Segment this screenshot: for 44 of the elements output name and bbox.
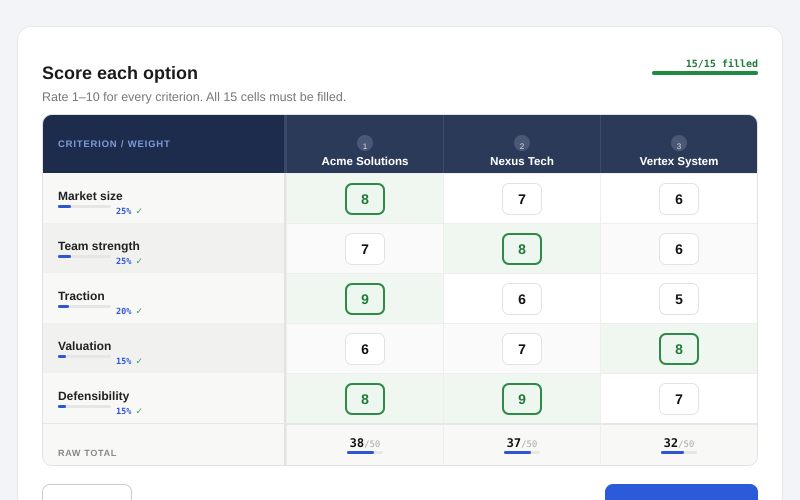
criterion-name: Traction xyxy=(58,289,106,303)
total-score: 32/50 xyxy=(664,436,694,450)
score-input[interactable]: 8 xyxy=(502,232,542,264)
score-input[interactable]: 7 xyxy=(659,382,699,414)
option-name: Nexus Tech xyxy=(490,156,554,168)
criterion-name: Valuation xyxy=(58,339,112,353)
weight-percent: 20% xyxy=(116,307,132,317)
option-number: 1 xyxy=(357,135,373,151)
filled-count: 15/15 filled xyxy=(686,59,758,70)
score-input[interactable]: 6 xyxy=(659,182,699,214)
score-input[interactable]: 7 xyxy=(345,232,385,264)
score-input[interactable]: 5 xyxy=(659,282,699,314)
score-input[interactable]: 7 xyxy=(502,182,542,214)
option-number: 3 xyxy=(671,135,687,151)
check-mark: ✓ xyxy=(135,406,144,416)
total-label: RAW TOTAL xyxy=(43,423,286,465)
score-input[interactable]: 8 xyxy=(345,382,385,414)
score-input[interactable]: 6 xyxy=(659,232,699,264)
weight-percent: 25% xyxy=(116,257,132,267)
score-input[interactable]: 7 xyxy=(502,332,542,364)
check-mark: ✓ xyxy=(135,206,144,216)
total-score: 37/50 xyxy=(506,436,538,450)
score-input[interactable]: 6 xyxy=(345,332,385,364)
criterion-name: Defensibility xyxy=(58,389,130,403)
check-mark: ✓ xyxy=(135,306,144,316)
weight-percent: 15% xyxy=(116,357,132,367)
weight-percent: 15% xyxy=(116,407,132,417)
score-input[interactable]: 9 xyxy=(345,282,385,314)
weight-percent: 25% xyxy=(116,207,132,217)
instructions-text: Rate 1–10 for every criterion. All 15 cells must be filled. xyxy=(42,90,346,104)
column-header: CRITERION / WEIGHT xyxy=(43,115,286,173)
score-input[interactable]: 6 xyxy=(502,282,542,314)
criterion-name: Market size xyxy=(58,189,124,203)
score-input[interactable]: 8 xyxy=(345,182,385,214)
page-title: Score each option xyxy=(42,63,200,84)
check-mark: ✓ xyxy=(135,256,144,266)
score-input[interactable]: 8 xyxy=(659,332,699,364)
total-score: 38/50 xyxy=(350,436,380,450)
criterion-name: Team strength xyxy=(58,239,141,253)
check-mark: ✓ xyxy=(135,356,144,366)
option-number: 2 xyxy=(514,135,530,151)
option-name: Vertex System xyxy=(640,156,718,168)
option-name: Acme Solutions xyxy=(322,156,408,168)
score-input[interactable]: 9 xyxy=(502,382,542,414)
